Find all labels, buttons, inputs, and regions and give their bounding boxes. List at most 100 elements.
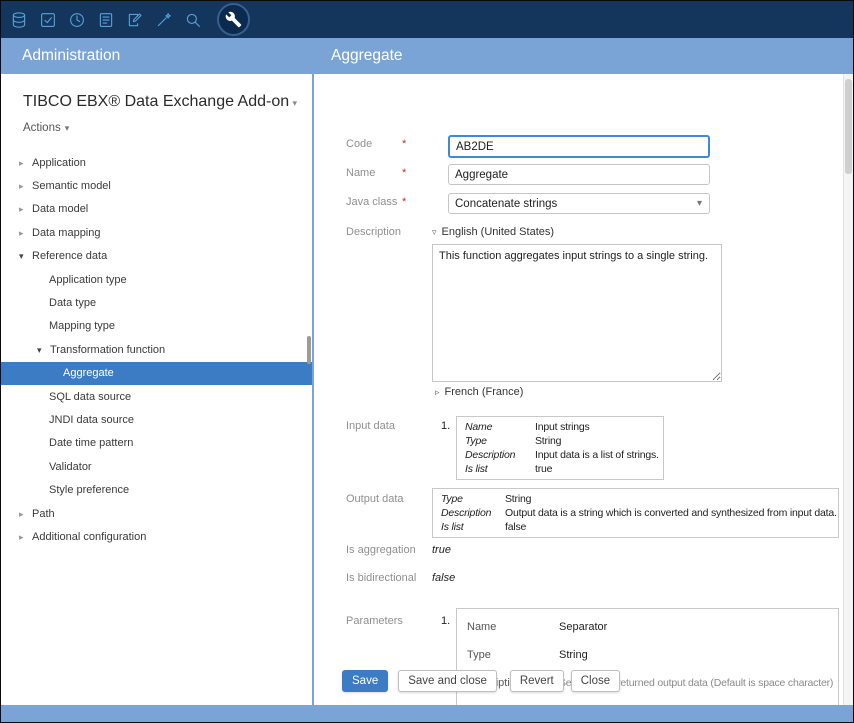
row-key: Type: [465, 434, 535, 448]
tree-item-sql-data-source[interactable]: SQL data source: [1, 385, 312, 408]
row-key: Type: [441, 492, 505, 506]
dataset-title: TIBCO EBX® Data Exchange Add-on: [23, 93, 289, 111]
tree-item-label: Transformation function: [50, 344, 165, 356]
table-row: NameInput strings: [457, 420, 663, 434]
input-data-index: 1.: [441, 420, 450, 432]
checklist-icon[interactable]: [39, 11, 57, 29]
locale-english-label: English (United States): [442, 226, 555, 238]
parameters-label: Parameters: [346, 615, 403, 627]
row-key: Description: [465, 448, 535, 462]
tree-item-label: Additional configuration: [32, 531, 146, 543]
output-data-table: TypeString DescriptionOutput data is a s…: [432, 488, 839, 538]
row-value: Output data is a string which is convert…: [505, 506, 837, 520]
table-row: TypeString: [457, 434, 663, 448]
tree-item-data-type[interactable]: Data type: [1, 291, 312, 314]
chevron-right-icon[interactable]: [19, 157, 32, 169]
parameters-index: 1.: [441, 615, 450, 627]
save-and-close-button[interactable]: Save and close: [398, 670, 497, 692]
tree-item-additional-configuration[interactable]: Additional configuration: [1, 525, 312, 548]
chevron-right-icon[interactable]: [19, 203, 32, 215]
input-data-label: Input data: [346, 420, 395, 432]
main-scrollbar[interactable]: [843, 74, 853, 705]
row-value: false: [505, 520, 526, 534]
tree-item-application-type[interactable]: Application type: [1, 268, 312, 291]
dataset-dropdown-caret-icon[interactable]: ▾: [292, 98, 297, 109]
table-row: DescriptionInput data is a list of strin…: [457, 448, 663, 462]
tree-item-label: Data model: [32, 203, 88, 215]
tree-item-date-time-pattern[interactable]: Date time pattern: [1, 432, 312, 455]
tree-item-aggregate[interactable]: Aggregate: [1, 362, 312, 385]
tree-item-data-mapping[interactable]: Data mapping: [1, 221, 312, 244]
row-value: String: [535, 434, 561, 448]
tree-item-label: Path: [32, 508, 55, 520]
tree-item-application[interactable]: Application: [1, 151, 312, 174]
sidebar: TIBCO EBX® Data Exchange Add-on ▾ Action…: [1, 74, 312, 705]
form-action-bar: Save Save and close Revert Close: [342, 670, 620, 692]
chevron-down-icon[interactable]: [19, 250, 32, 262]
database-icon[interactable]: [10, 11, 28, 29]
tree-item-label: Mapping type: [49, 320, 115, 332]
row-key: Type: [467, 648, 559, 662]
name-label: Name: [346, 167, 375, 179]
sidebar-scrollbar-thumb[interactable]: [307, 336, 311, 364]
locale-french-toggle[interactable]: French (France): [435, 386, 523, 398]
is-aggregation-label: Is aggregation: [346, 544, 416, 556]
required-marker: *: [402, 138, 406, 150]
row-key: Value: [467, 704, 559, 705]
top-toolbar: [1, 1, 853, 38]
tree-item-label: Date time pattern: [49, 437, 133, 449]
navigation-tree: Application Semantic model Data model Da…: [1, 151, 312, 549]
tree-item-data-model[interactable]: Data model: [1, 198, 312, 221]
row-value: Input strings: [535, 420, 590, 434]
app-window: Administration Aggregate TIBCO EBX® Data…: [0, 0, 854, 723]
search-icon[interactable]: [184, 11, 202, 29]
row-key: Name: [467, 620, 559, 634]
main-scrollbar-thumb[interactable]: [845, 79, 852, 174]
code-label: Code: [346, 138, 372, 150]
chevron-right-icon[interactable]: [19, 180, 32, 192]
tree-item-reference-data[interactable]: Reference data: [1, 245, 312, 268]
section-title-administration: Administration: [22, 47, 120, 65]
tree-item-label: Data type: [49, 297, 96, 309]
code-input[interactable]: [448, 135, 710, 158]
chevron-right-icon[interactable]: [19, 531, 32, 543]
is-bidirectional-label: Is bidirectional: [346, 572, 416, 584]
description-english-textarea[interactable]: This function aggregates input strings t…: [432, 244, 722, 382]
tree-item-path[interactable]: Path: [1, 502, 312, 525]
chevron-down-icon: ▾: [65, 123, 70, 133]
clock-icon[interactable]: [68, 11, 86, 29]
chevron-right-icon[interactable]: [19, 227, 32, 239]
tree-item-label: Semantic model: [32, 180, 111, 192]
tree-item-semantic-model[interactable]: Semantic model: [1, 174, 312, 197]
tree-item-label: Data mapping: [32, 227, 101, 239]
tree-item-mapping-type[interactable]: Mapping type: [1, 315, 312, 338]
tree-item-transformation-function[interactable]: Transformation function: [1, 338, 312, 361]
actions-menu[interactable]: Actions ▾: [23, 122, 69, 134]
tree-item-jndi-data-source[interactable]: JNDI data source: [1, 408, 312, 431]
edit-document-icon[interactable]: [126, 11, 144, 29]
actions-label: Actions: [23, 122, 61, 134]
row-value: Separator: [559, 620, 607, 634]
wrench-icon[interactable]: [217, 3, 250, 36]
tree-item-validator[interactable]: Validator: [1, 455, 312, 478]
save-button[interactable]: Save: [342, 670, 388, 692]
input-data-table: NameInput strings TypeString Description…: [456, 416, 664, 480]
row-value: true: [535, 462, 552, 476]
required-marker: *: [402, 167, 406, 179]
close-button[interactable]: Close: [571, 670, 620, 692]
name-input[interactable]: [448, 164, 710, 185]
chevron-down-icon[interactable]: [37, 344, 50, 356]
java-class-label: Java class: [346, 196, 397, 208]
tree-item-label: JNDI data source: [49, 414, 134, 426]
wand-icon[interactable]: [155, 11, 173, 29]
tree-item-label: SQL data source: [49, 391, 131, 403]
revert-button[interactable]: Revert: [510, 670, 564, 692]
form-icon[interactable]: [97, 11, 115, 29]
tree-item-style-preference[interactable]: Style preference: [1, 478, 312, 501]
record-form: Code * Name * Java class * Concatenate s…: [314, 74, 843, 705]
row-value: Input data is a list of strings.: [535, 448, 659, 462]
row-value: String: [505, 492, 531, 506]
chevron-right-icon[interactable]: [19, 508, 32, 520]
locale-english-toggle[interactable]: English (United States): [432, 226, 554, 238]
java-class-select[interactable]: Concatenate strings: [448, 193, 710, 214]
